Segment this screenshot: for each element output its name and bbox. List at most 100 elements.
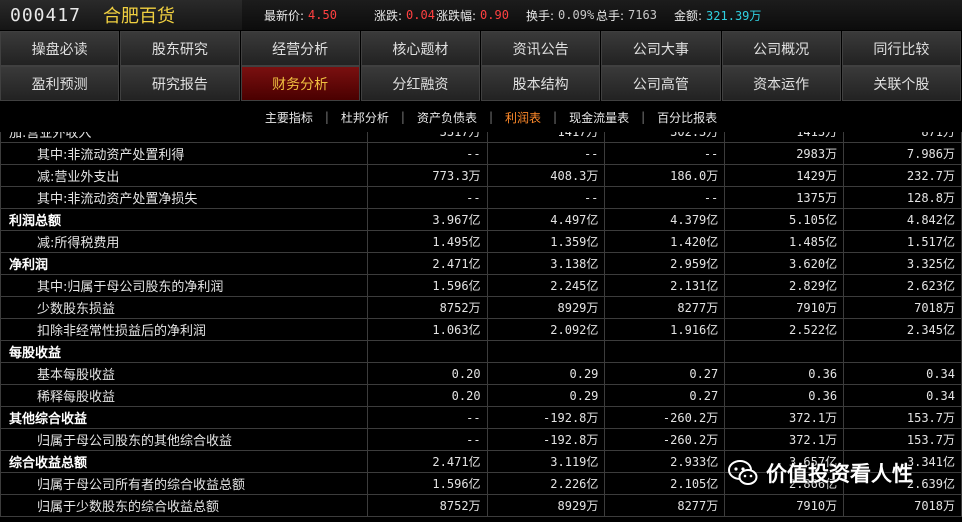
row-value: 3.138亿 (486, 252, 606, 275)
table-row: 其中:非流动资产处置利得 -- -- -- 2983万 7.986万 (0, 142, 962, 165)
table-row: 其中:非流动资产处置净损失 -- -- -- 1375万 128.8万 (0, 186, 962, 209)
row-label: 稀释每股收益 (0, 384, 368, 407)
nav-tab[interactable]: 股本结构 (481, 66, 601, 101)
wechat-icon (728, 460, 758, 485)
row-value: 2.933亿 (604, 450, 726, 473)
row-value: 1.596亿 (366, 472, 488, 495)
row-value: 2.829亿 (724, 274, 845, 297)
row-value: -- (604, 186, 726, 209)
row-value: -260.2万 (604, 406, 726, 429)
row-value: 0.29 (486, 384, 606, 407)
sub-tabs: 主要指标 | 杜邦分析 | 资产负债表 | 利润表 | 现金流量表 | 百分比报表 (0, 102, 962, 132)
nav-tab[interactable]: 公司概况 (721, 31, 841, 66)
quote-item: 涨跌: 0.04 (374, 0, 436, 30)
table-row: 归属于少数股东的综合收益总额 8752万 8929万 8277万 7910万 7018万 (0, 494, 962, 517)
row-value: 232.7万 (843, 164, 962, 187)
row-value: 1.517亿 (843, 230, 962, 253)
row-label: 基本每股收益 (0, 362, 368, 385)
row-label: 减:营业外支出 (0, 164, 368, 187)
nav-tab[interactable]: 同行比较 (841, 31, 961, 66)
row-value: 408.3万 (486, 164, 606, 187)
row-label: 其中:非流动资产处置利得 (0, 142, 368, 165)
nav-tab[interactable]: 股东研究 (120, 31, 240, 66)
row-value: 7.986万 (843, 142, 962, 165)
nav-tab[interactable]: 关联个股 (841, 66, 961, 101)
row-value: 2.471亿 (366, 252, 488, 275)
table-row: 减:所得税费用 1.495亿 1.359亿 1.420亿 1.485亿 1.517亿 (0, 230, 962, 253)
row-value: 2983万 (724, 142, 845, 165)
quote-value: 0.09% (558, 8, 595, 22)
quote-item: 总手: 7163 (596, 0, 674, 30)
nav-tab[interactable]: 盈利预测 (0, 66, 120, 101)
row-value: 4.497亿 (486, 208, 606, 231)
watermark-text: 价值投资看人性 (766, 462, 913, 486)
nav-tab[interactable]: 资本运作 (721, 66, 841, 101)
sub-tab[interactable]: 利润表 (493, 109, 553, 126)
row-value: 2.245亿 (486, 274, 606, 297)
row-value: 1.495亿 (366, 230, 488, 253)
table-row: 净利润 2.471亿 3.138亿 2.959亿 3.620亿 3.325亿 (0, 252, 962, 275)
row-value: 3.620亿 (724, 252, 845, 275)
nav-tab[interactable]: 资讯公告 (481, 31, 601, 66)
row-value: 1.063亿 (366, 318, 488, 341)
row-value: 773.3万 (366, 164, 488, 187)
nav-tab[interactable]: 公司高管 (601, 66, 721, 101)
row-value: -- (604, 142, 726, 165)
nav-tab[interactable]: 分红融资 (360, 66, 480, 101)
row-value: 1.596亿 (366, 274, 488, 297)
table-row: 其他综合收益 -- -192.8万 -260.2万 372.1万 153.7万 (0, 406, 962, 429)
row-value: 128.8万 (843, 186, 962, 209)
watermark: 价值投资看人性 (728, 458, 913, 488)
table-row: 归属于母公司股东的其他综合收益 -- -192.8万 -260.2万 372.1万 153… (0, 428, 962, 451)
row-value: 0.36 (724, 362, 845, 385)
row-value: -- (366, 406, 488, 429)
quote-items: 最新价: 4.50 涨跌: 0.04 涨跌幅: 0.90 换手: 0.09% 总手: 7163 金额… (242, 0, 784, 30)
row-value: 8277万 (604, 296, 726, 319)
row-value: 0.36 (724, 384, 845, 407)
row-value: -- (486, 186, 606, 209)
sub-tab[interactable]: 百分比报表 (645, 109, 729, 126)
row-value: 7910万 (724, 494, 845, 517)
table-row: 少数股东损益 8752万 8929万 8277万 7910万 7018万 (0, 296, 962, 319)
row-value: 3317万 (366, 132, 488, 143)
row-value: 1.916亿 (604, 318, 726, 341)
nav-tab[interactable]: 研究报告 (120, 66, 240, 101)
row-value: 8752万 (366, 494, 488, 517)
sub-tab[interactable]: 杜邦分析 (329, 109, 401, 126)
row-value (486, 340, 606, 363)
nav-tab[interactable]: 操盘必读 (0, 31, 120, 66)
row-value: 2.959亿 (604, 252, 726, 275)
row-value: -192.8万 (486, 406, 606, 429)
quote-value: 7163 (628, 8, 657, 22)
row-value: 0.20 (366, 384, 488, 407)
quote-item: 金额: 321.39万 (674, 0, 784, 30)
sub-tab[interactable]: 主要指标 (253, 109, 325, 126)
row-label: 净利润 (0, 252, 368, 275)
sub-tab[interactable]: 现金流量表 (557, 109, 641, 126)
quote-value: 4.50 (308, 8, 337, 22)
row-value: 8752万 (366, 296, 488, 319)
nav-tab[interactable]: 公司大事 (601, 31, 721, 66)
sub-tab[interactable]: 资产负债表 (405, 109, 489, 126)
row-value: 0.34 (843, 362, 962, 385)
row-label: 归属于母公司股东的其他综合收益 (0, 428, 368, 451)
row-value: 372.1万 (724, 428, 845, 451)
row-value: 8277万 (604, 494, 726, 517)
nav-tab[interactable]: 核心题材 (360, 31, 480, 66)
row-value: -192.8万 (486, 428, 606, 451)
row-value: 2.226亿 (486, 472, 606, 495)
row-value: -- (486, 142, 606, 165)
row-label: 每股收益 (0, 340, 368, 363)
nav-tab[interactable]: 经营分析 (240, 31, 360, 66)
row-label: 其中:归属于母公司股东的净利润 (0, 274, 368, 297)
table-row: 利润总额 3.967亿 4.497亿 4.379亿 5.105亿 4.842亿 (0, 208, 962, 231)
quote-item: 最新价: 4.50 (264, 0, 374, 30)
row-label: 扣除非经常性损益后的净利润 (0, 318, 368, 341)
quote-value: 321.39万 (706, 8, 762, 23)
row-label: 利润总额 (0, 208, 368, 231)
nav-tab[interactable]: 财务分析 (240, 66, 360, 101)
row-value: 4.842亿 (843, 208, 962, 231)
row-value (843, 340, 962, 363)
row-value: 871万 (843, 132, 962, 143)
row-value: 2.471亿 (366, 450, 488, 473)
